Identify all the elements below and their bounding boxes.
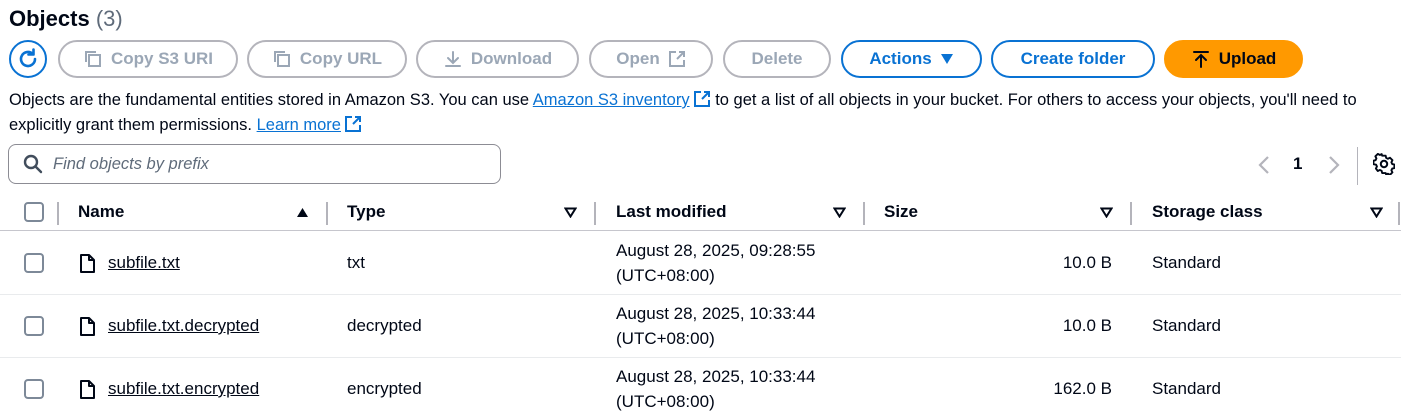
last-modified-timezone: (UTC+08:00) bbox=[616, 392, 715, 411]
sort-icon[interactable] bbox=[564, 207, 577, 218]
download-label: Download bbox=[470, 49, 553, 68]
description-part1: Objects are the fundamental entities sto… bbox=[9, 91, 533, 109]
object-storage-class: Standard bbox=[1152, 316, 1221, 335]
pagination-divider bbox=[1357, 147, 1358, 185]
delete-label: Delete bbox=[751, 49, 803, 68]
actions-button[interactable]: Actions bbox=[841, 40, 982, 78]
refresh-button[interactable] bbox=[9, 40, 47, 78]
download-icon bbox=[444, 51, 461, 67]
sort-icon[interactable] bbox=[1370, 207, 1383, 218]
column-separator bbox=[594, 202, 596, 225]
copy-url-button[interactable]: Copy URL bbox=[247, 40, 407, 78]
row-checkbox[interactable] bbox=[24, 379, 44, 399]
chevron-right-icon bbox=[1329, 156, 1340, 174]
column-separator bbox=[326, 202, 328, 225]
upload-label: Upload bbox=[1218, 49, 1277, 68]
search-icon bbox=[23, 154, 43, 174]
current-page-number[interactable]: 1 bbox=[1293, 154, 1302, 174]
learn-more-link[interactable]: Learn more bbox=[257, 116, 362, 134]
column-separator bbox=[1398, 202, 1400, 225]
object-name-link[interactable]: subfile.txt.encrypted bbox=[108, 379, 259, 399]
create-folder-label: Create folder bbox=[1020, 49, 1126, 68]
open-button[interactable]: Open bbox=[589, 40, 713, 78]
search-box bbox=[8, 144, 501, 184]
chevron-left-icon bbox=[1258, 156, 1269, 174]
object-name-link[interactable]: subfile.txt bbox=[108, 253, 180, 273]
page-title: Objects (3) bbox=[9, 6, 123, 32]
table-row[interactable]: subfile.txt.encrypted encrypted August 2… bbox=[0, 358, 1401, 414]
object-storage-class: Standard bbox=[1152, 379, 1221, 398]
refresh-icon bbox=[19, 48, 37, 68]
actions-label: Actions bbox=[869, 49, 932, 68]
delete-button[interactable]: Delete bbox=[723, 40, 831, 78]
object-size: 162.0 B bbox=[1053, 379, 1112, 398]
table-row[interactable]: subfile.txt txt August 28, 2025, 09:28:5… bbox=[0, 232, 1401, 295]
copy-s3-uri-button[interactable]: Copy S3 URI bbox=[58, 40, 238, 78]
column-separator bbox=[863, 202, 865, 225]
file-icon bbox=[80, 380, 95, 399]
copy-icon bbox=[84, 51, 101, 67]
object-last-modified: August 28, 2025, 10:33:44 (UTC+08:00) bbox=[616, 301, 815, 351]
last-modified-timezone: (UTC+08:00) bbox=[616, 329, 715, 348]
open-label: Open bbox=[616, 49, 660, 68]
caret-down-icon bbox=[940, 54, 953, 64]
create-folder-button[interactable]: Create folder bbox=[991, 40, 1155, 78]
previous-page-button[interactable] bbox=[1258, 156, 1270, 179]
file-icon bbox=[80, 254, 95, 273]
search-input[interactable] bbox=[53, 154, 473, 174]
last-modified-timezone: (UTC+08:00) bbox=[616, 266, 715, 285]
page-title-text: Objects bbox=[9, 6, 90, 31]
download-button[interactable]: Download bbox=[416, 40, 579, 78]
table-row[interactable]: subfile.txt.decrypted decrypted August 2… bbox=[0, 295, 1401, 358]
description-text: Objects are the fundamental entities sto… bbox=[9, 88, 1404, 138]
object-name-link[interactable]: subfile.txt.decrypted bbox=[108, 316, 259, 336]
object-count: (3) bbox=[95, 6, 123, 31]
gear-icon bbox=[1372, 152, 1396, 176]
sort-ascending-icon[interactable] bbox=[296, 207, 309, 218]
column-header-last-modified[interactable]: Last modified bbox=[616, 202, 727, 222]
learn-more-link-text: Learn more bbox=[256, 116, 341, 134]
upload-button[interactable]: Upload bbox=[1164, 40, 1303, 78]
external-link-icon bbox=[693, 91, 710, 107]
object-storage-class: Standard bbox=[1152, 253, 1221, 272]
last-modified-date: August 28, 2025, 10:33:44 bbox=[616, 367, 816, 386]
next-page-button[interactable] bbox=[1328, 156, 1340, 179]
last-modified-date: August 28, 2025, 09:28:55 bbox=[616, 241, 816, 260]
copy-s3-uri-label: Copy S3 URI bbox=[110, 49, 214, 68]
column-separator bbox=[57, 202, 59, 225]
external-link-icon bbox=[668, 51, 685, 67]
file-icon bbox=[80, 317, 95, 336]
external-link-icon bbox=[344, 116, 361, 132]
s3-inventory-link-text: Amazon S3 inventory bbox=[532, 91, 690, 109]
s3-inventory-link[interactable]: Amazon S3 inventory bbox=[533, 91, 711, 109]
object-size: 10.0 B bbox=[1062, 253, 1112, 272]
row-checkbox[interactable] bbox=[24, 253, 44, 273]
column-header-name[interactable]: Name bbox=[78, 202, 124, 222]
preferences-button[interactable] bbox=[1372, 152, 1396, 180]
copy-icon bbox=[273, 51, 290, 67]
column-header-storage-class[interactable]: Storage class bbox=[1152, 202, 1263, 222]
last-modified-date: August 28, 2025, 10:33:44 bbox=[616, 304, 816, 323]
sort-icon[interactable] bbox=[833, 207, 846, 218]
object-type: txt bbox=[347, 253, 365, 272]
select-all-checkbox[interactable] bbox=[24, 202, 44, 222]
column-header-type[interactable]: Type bbox=[347, 202, 385, 222]
object-type: encrypted bbox=[347, 379, 422, 398]
row-checkbox[interactable] bbox=[24, 316, 44, 336]
object-last-modified: August 28, 2025, 10:33:44 (UTC+08:00) bbox=[616, 364, 815, 414]
object-size: 10.0 B bbox=[1062, 316, 1112, 335]
object-type: decrypted bbox=[347, 316, 422, 335]
upload-icon bbox=[1192, 51, 1209, 68]
copy-url-label: Copy URL bbox=[299, 49, 383, 68]
sort-icon[interactable] bbox=[1100, 207, 1113, 218]
table-header: Name Type Last modified Size Storage cla… bbox=[0, 194, 1401, 231]
object-last-modified: August 28, 2025, 09:28:55 (UTC+08:00) bbox=[616, 238, 815, 288]
column-separator bbox=[1130, 202, 1132, 225]
column-header-size[interactable]: Size bbox=[884, 202, 918, 222]
